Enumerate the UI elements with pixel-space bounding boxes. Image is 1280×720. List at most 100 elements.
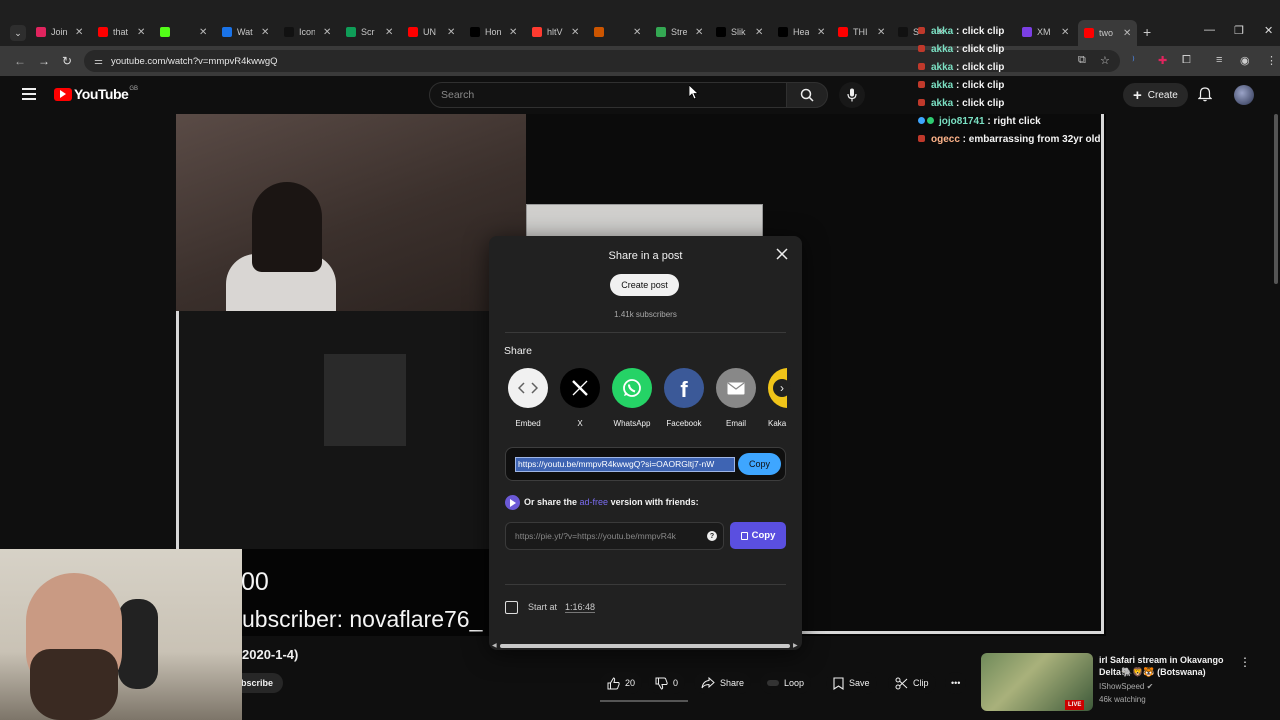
tab-favicon-icon	[470, 27, 480, 37]
loop-button[interactable]: Loop	[760, 672, 812, 694]
save-button[interactable]: Save	[826, 672, 877, 694]
profile-icon[interactable]: ◉	[1240, 54, 1250, 67]
start-time-input[interactable]: 1:16:48	[565, 602, 596, 613]
share-option-embed[interactable]: Embed	[502, 368, 554, 428]
overlay-date-text: 2020-1-4)	[242, 647, 299, 662]
restore-button[interactable]: ❐	[1234, 24, 1244, 37]
recommendation-menu-icon[interactable]: ⋮	[1239, 655, 1251, 669]
minimize-button[interactable]: —	[1204, 24, 1215, 36]
chat-separator: :	[953, 98, 963, 109]
close-tab-icon[interactable]: ✕	[571, 27, 579, 38]
copy-adfree-link-button[interactable]: Copy	[730, 522, 786, 549]
browser-tab[interactable]: Wat ✕	[222, 22, 269, 42]
voice-search-button[interactable]	[839, 82, 865, 108]
close-tab-icon[interactable]: ✕	[1123, 28, 1131, 39]
close-tab-icon[interactable]: ✕	[877, 27, 885, 38]
create-post-button[interactable]: Create post	[610, 274, 679, 296]
share-option-email[interactable]: Email	[710, 368, 762, 428]
media-controls-icon[interactable]: ≡	[1216, 54, 1222, 66]
help-icon[interactable]: ?	[707, 531, 717, 541]
close-tab-icon[interactable]: ✕	[323, 27, 331, 38]
new-tab-button[interactable]: +	[1143, 24, 1151, 40]
extensions-puzzle-icon[interactable]: ⧠	[1182, 54, 1191, 67]
browser-menu-icon[interactable]: ⋮	[1266, 54, 1277, 67]
share-option-x[interactable]: X	[554, 368, 606, 428]
page-scrollbar[interactable]	[1274, 114, 1278, 284]
tab-search-button[interactable]: ⌄	[10, 25, 26, 41]
chat-platform-icon	[918, 45, 925, 52]
recommendation-thumbnail[interactable]: LIVE	[981, 653, 1093, 711]
browser-tab[interactable]: that ✕	[98, 22, 145, 42]
clip-button[interactable]: Clip	[888, 672, 936, 694]
browser-tab[interactable]: two ✕	[1078, 20, 1138, 46]
more-actions-button[interactable]: •••	[945, 672, 967, 694]
close-tab-icon[interactable]: ✕	[1061, 27, 1069, 38]
browser-tab[interactable]: Slik ✕	[716, 22, 763, 42]
close-tab-icon[interactable]: ✕	[817, 27, 825, 38]
forward-button[interactable]: →	[38, 54, 50, 68]
close-tab-icon[interactable]: ✕	[755, 27, 763, 38]
close-tab-icon[interactable]: ✕	[199, 27, 207, 38]
browser-tab[interactable]: Stre ✕	[656, 22, 703, 42]
close-window-button[interactable]: ✕	[1264, 24, 1273, 37]
close-tab-icon[interactable]: ✕	[385, 27, 393, 38]
close-dialog-button[interactable]	[774, 246, 790, 262]
scroll-right-icon[interactable]: ▶	[793, 642, 798, 649]
search-icon	[800, 88, 814, 102]
browser-tab[interactable]: UN ✕	[408, 22, 455, 42]
hamburger-menu-icon[interactable]	[22, 88, 36, 100]
scrollbar-thumb[interactable]	[500, 644, 790, 648]
browser-tab[interactable]: XM ✕	[1022, 22, 1069, 42]
notifications-button[interactable]	[1197, 87, 1213, 107]
dislike-button[interactable]: 0	[648, 672, 686, 694]
like-button[interactable]: 20	[600, 672, 643, 694]
copy-link-button[interactable]: Copy	[738, 453, 781, 475]
share-option-whatsapp[interactable]: WhatsApp	[606, 368, 658, 428]
recommendation-channel[interactable]: IShowSpeed ✔	[1099, 682, 1153, 691]
horizontal-scrollbar[interactable]: ◀ ▶	[490, 641, 801, 649]
browser-tab[interactable]: Hon ✕	[470, 22, 517, 42]
search-input[interactable]: Search	[429, 82, 787, 108]
create-button[interactable]: + Create	[1123, 83, 1188, 107]
install-app-icon[interactable]: ⧉	[1078, 54, 1086, 67]
bookmark-star-icon[interactable]: ☆	[1100, 54, 1110, 67]
search-button[interactable]	[786, 82, 828, 108]
browser-tab[interactable]: hltV ✕	[532, 22, 579, 42]
browser-tab[interactable]: THI ✕	[838, 22, 885, 42]
start-at-checkbox[interactable]	[505, 601, 518, 614]
avatar[interactable]	[1234, 85, 1254, 105]
youtube-logo[interactable]: YouTube GB	[54, 86, 138, 102]
chat-text: embarrassing from 32yr old	[968, 134, 1101, 145]
browser-tab[interactable]: ✕	[160, 22, 207, 42]
site-info-icon[interactable]: ⚌	[94, 56, 103, 67]
tab-favicon-icon	[1022, 27, 1032, 37]
browser-tab[interactable]: Scr ✕	[346, 22, 393, 42]
close-tab-icon[interactable]: ✕	[509, 27, 517, 38]
browser-tab[interactable]: Join ✕	[36, 22, 83, 42]
browser-tab[interactable]: ✕	[594, 22, 641, 42]
browser-tab[interactable]: Icon ✕	[284, 22, 331, 42]
browser-tab[interactable]: Hea ✕	[778, 22, 825, 42]
close-tab-icon[interactable]: ✕	[447, 27, 455, 38]
scroll-left-icon[interactable]: ◀	[492, 642, 497, 649]
whatsapp-icon	[612, 368, 652, 408]
extension-icon[interactable]: ⁾	[1132, 54, 1135, 67]
adfree-url-field[interactable]: https://pie.yt/?v=https://youtu.be/mmpvR…	[505, 522, 724, 550]
tab-favicon-icon	[532, 27, 542, 37]
close-tab-icon[interactable]: ✕	[695, 27, 703, 38]
share-button[interactable]: Share	[694, 672, 752, 694]
reload-button[interactable]: ↻	[62, 54, 72, 68]
share-option-facebook[interactable]: f Facebook	[658, 368, 710, 428]
save-label: Save	[849, 678, 870, 688]
adfree-link[interactable]: ad-free	[580, 497, 609, 507]
extension-icon[interactable]: ✚	[1158, 54, 1167, 67]
close-tab-icon[interactable]: ✕	[633, 27, 641, 38]
share-option-kakaostory[interactable]: Kaka	[762, 368, 787, 428]
close-tab-icon[interactable]: ✕	[75, 27, 83, 38]
share-options-next-button[interactable]: ›	[773, 379, 791, 397]
close-tab-icon[interactable]: ✕	[261, 27, 269, 38]
recommendation-title[interactable]: irl Safari stream in Okavango Delta🐘🦁🐯 (…	[1099, 654, 1229, 678]
share-url-field[interactable]: https://youtu.be/mmpvR4kwwgQ?si=OAORGltj…	[515, 457, 735, 472]
back-button[interactable]: ←	[14, 54, 26, 68]
close-tab-icon[interactable]: ✕	[137, 27, 145, 38]
